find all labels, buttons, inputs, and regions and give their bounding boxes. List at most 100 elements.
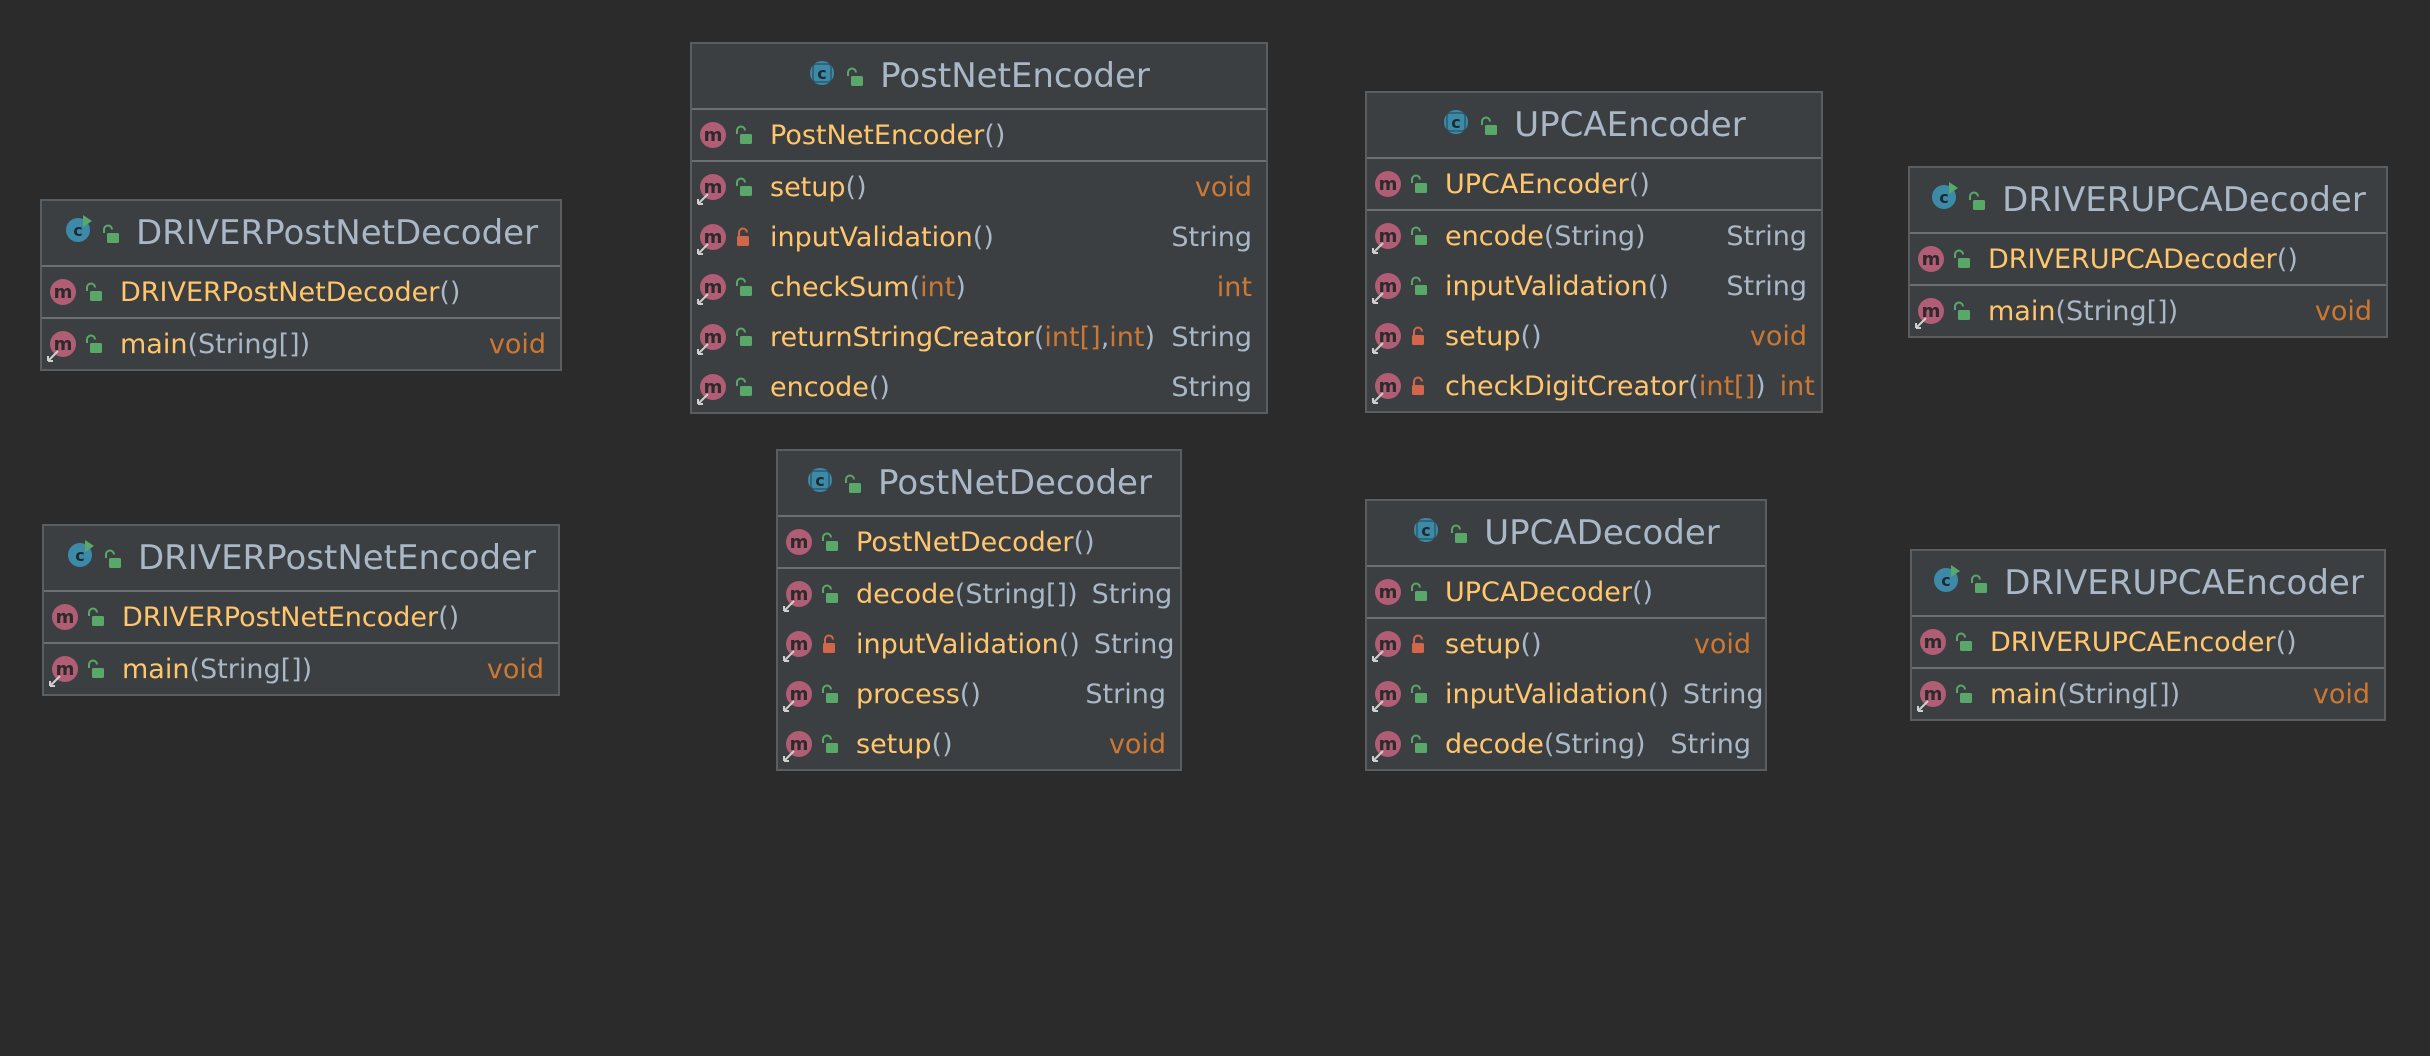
open-paren: ( [972, 221, 984, 253]
close-paren: ) [2286, 626, 2297, 658]
method-name: UPCADecoder [1445, 576, 1632, 608]
svg-text:c: c [75, 546, 84, 565]
close-paren: ) [879, 371, 890, 403]
method-row[interactable]: m main(String[]) void [1910, 286, 2386, 336]
method-row[interactable]: m inputValidation() String [692, 212, 1266, 262]
open-paren: ( [1520, 628, 1532, 660]
class-box-upcaencoder[interactable]: c UPCAEncoder m UPCAEncoder() m encode(String… [1365, 91, 1823, 413]
close-paren: ) [1642, 576, 1654, 608]
method-icon: m [697, 374, 726, 405]
constructor-row[interactable]: m PostNetEncoder() [692, 110, 1266, 162]
method-row[interactable]: m main(String[]) void [42, 319, 560, 369]
close-paren: ) [1531, 320, 1542, 352]
constructor-row[interactable]: m UPCADecoder() [1367, 567, 1765, 619]
method-icon: m [1372, 373, 1401, 404]
method-icon: m [1918, 246, 1944, 272]
method-icon: m [1375, 171, 1401, 197]
close-paren: ) [1067, 578, 1078, 610]
close-paren: ) [299, 328, 311, 360]
close-paren: ) [2287, 243, 2298, 275]
public-visibility-icon [1407, 275, 1429, 297]
class-box-postnetdecoder[interactable]: c PostNetDecoder m PostNetDecoder() m decode(… [776, 449, 1182, 771]
method-row[interactable]: m inputValidation() String [1367, 669, 1765, 719]
svg-text:c: c [815, 471, 824, 490]
method-row[interactable]: m checkSum(int) int [692, 262, 1266, 312]
constructor-row[interactable]: m PostNetDecoder() [778, 517, 1180, 569]
public-visibility-icon [818, 583, 840, 605]
open-paren: ( [438, 601, 449, 633]
close-paren: ) [955, 271, 966, 303]
method-name: DRIVERUPCADecoder [1988, 243, 2277, 275]
method-name: inputValidation [856, 628, 1059, 660]
class-box-driverpostnetdecoder[interactable]: c DRIVERPostNetDecoder m DRIVERPostNetDecod… [40, 199, 562, 371]
constructor-row[interactable]: m DRIVERUPCADecoder() [1910, 234, 2386, 286]
class-header[interactable]: c DRIVERUPCAEncoder [1912, 551, 2384, 617]
method-row[interactable]: m setup() void [692, 162, 1266, 212]
open-paren: ( [2057, 678, 2069, 710]
method-row[interactable]: m encode(String) String [1367, 211, 1821, 261]
open-paren: ( [189, 653, 201, 685]
return-type: void [2312, 678, 2370, 710]
return-type: String [1091, 578, 1173, 610]
method-row[interactable]: m main(String[]) void [44, 644, 558, 694]
method-row[interactable]: m main(String[]) void [1912, 669, 2384, 719]
return-type: void [1108, 728, 1166, 760]
method-icon: m [700, 122, 726, 148]
public-visibility-icon [1966, 180, 1986, 220]
class-header[interactable]: c UPCADecoder [1367, 501, 1765, 567]
open-paren: ( [1688, 370, 1699, 402]
class-box-driverpostnetencoder[interactable]: c DRIVERPostNetEncoder m DRIVERPostNetEncod… [42, 524, 560, 696]
method-row[interactable]: m setup() void [778, 719, 1180, 769]
open-paren: ( [954, 578, 966, 610]
method-row[interactable]: m returnStringCreator(int[], int) String [692, 312, 1266, 362]
method-row[interactable]: m checkDigitCreator(int[]) int [1367, 361, 1821, 411]
class-name: DRIVERPostNetDecoder [135, 213, 539, 253]
method-row[interactable]: m inputValidation() String [778, 619, 1180, 669]
method-name: setup [1445, 628, 1521, 660]
constructor-row[interactable]: m UPCAEncoder() [1367, 159, 1821, 211]
method-icon: m [783, 731, 812, 762]
public-visibility-icon [1950, 248, 1972, 270]
open-paren: ( [1520, 320, 1532, 352]
public-visibility-icon [1952, 683, 1974, 705]
open-paren: ( [1543, 220, 1555, 252]
class-header[interactable]: c PostNetEncoder [692, 44, 1266, 110]
class-header[interactable]: c UPCAEncoder [1367, 93, 1821, 159]
method-icon: m [697, 324, 726, 355]
method-name: main [1988, 295, 2056, 327]
method-name: DRIVERPostNetDecoder [120, 276, 440, 308]
class-header[interactable]: c DRIVERPostNetDecoder [42, 201, 560, 267]
method-icon: m [1372, 731, 1401, 762]
class-header[interactable]: c PostNetDecoder [778, 451, 1180, 517]
class-header[interactable]: c DRIVERUPCADecoder [1910, 168, 2386, 234]
public-visibility-icon [1950, 300, 1972, 322]
method-icon: m [697, 174, 726, 205]
method-row[interactable]: m process() String [778, 669, 1180, 719]
constructor-row[interactable]: m DRIVERPostNetDecoder() [42, 267, 560, 319]
class-box-postnetencoder[interactable]: c PostNetEncoder m PostNetEncoder() m setup()… [690, 42, 1268, 414]
close-paren: ) [1639, 168, 1650, 200]
open-paren: ( [187, 328, 199, 360]
class-box-upcadecoder[interactable]: c UPCADecoder m UPCADecoder() m setup() void m i… [1365, 499, 1767, 771]
return-type: String [1093, 628, 1175, 660]
svg-text:c: c [1941, 571, 1950, 590]
method-name: main [1990, 678, 2058, 710]
class-box-driverupcadecoder[interactable]: c DRIVERUPCADecoder m DRIVERUPCADecoder() m m… [1908, 166, 2388, 338]
method-row[interactable]: m inputValidation() String [1367, 261, 1821, 311]
constructor-row[interactable]: m DRIVERUPCAEncoder() [1912, 617, 2384, 669]
open-paren: ( [959, 678, 971, 710]
method-name: checkDigitCreator [1445, 370, 1689, 402]
open-paren: ( [984, 119, 995, 151]
method-row[interactable]: m decode(String[]) String [778, 569, 1180, 619]
public-visibility-icon [818, 683, 840, 705]
constructor-row[interactable]: m DRIVERPostNetEncoder() [44, 592, 558, 644]
method-row[interactable]: m decode(String) String [1367, 719, 1765, 769]
open-paren: ( [845, 171, 857, 203]
method-row[interactable]: m setup() void [1367, 311, 1821, 361]
method-icon: m [1372, 681, 1401, 712]
class-header[interactable]: c DRIVERPostNetEncoder [44, 526, 558, 592]
method-row[interactable]: m encode() String [692, 362, 1266, 412]
method-icon: m [1920, 629, 1946, 655]
method-row[interactable]: m setup() void [1367, 619, 1765, 669]
class-box-driverupcaencoder[interactable]: c DRIVERUPCAEncoder m DRIVERUPCAEncoder() m m… [1910, 549, 2386, 721]
